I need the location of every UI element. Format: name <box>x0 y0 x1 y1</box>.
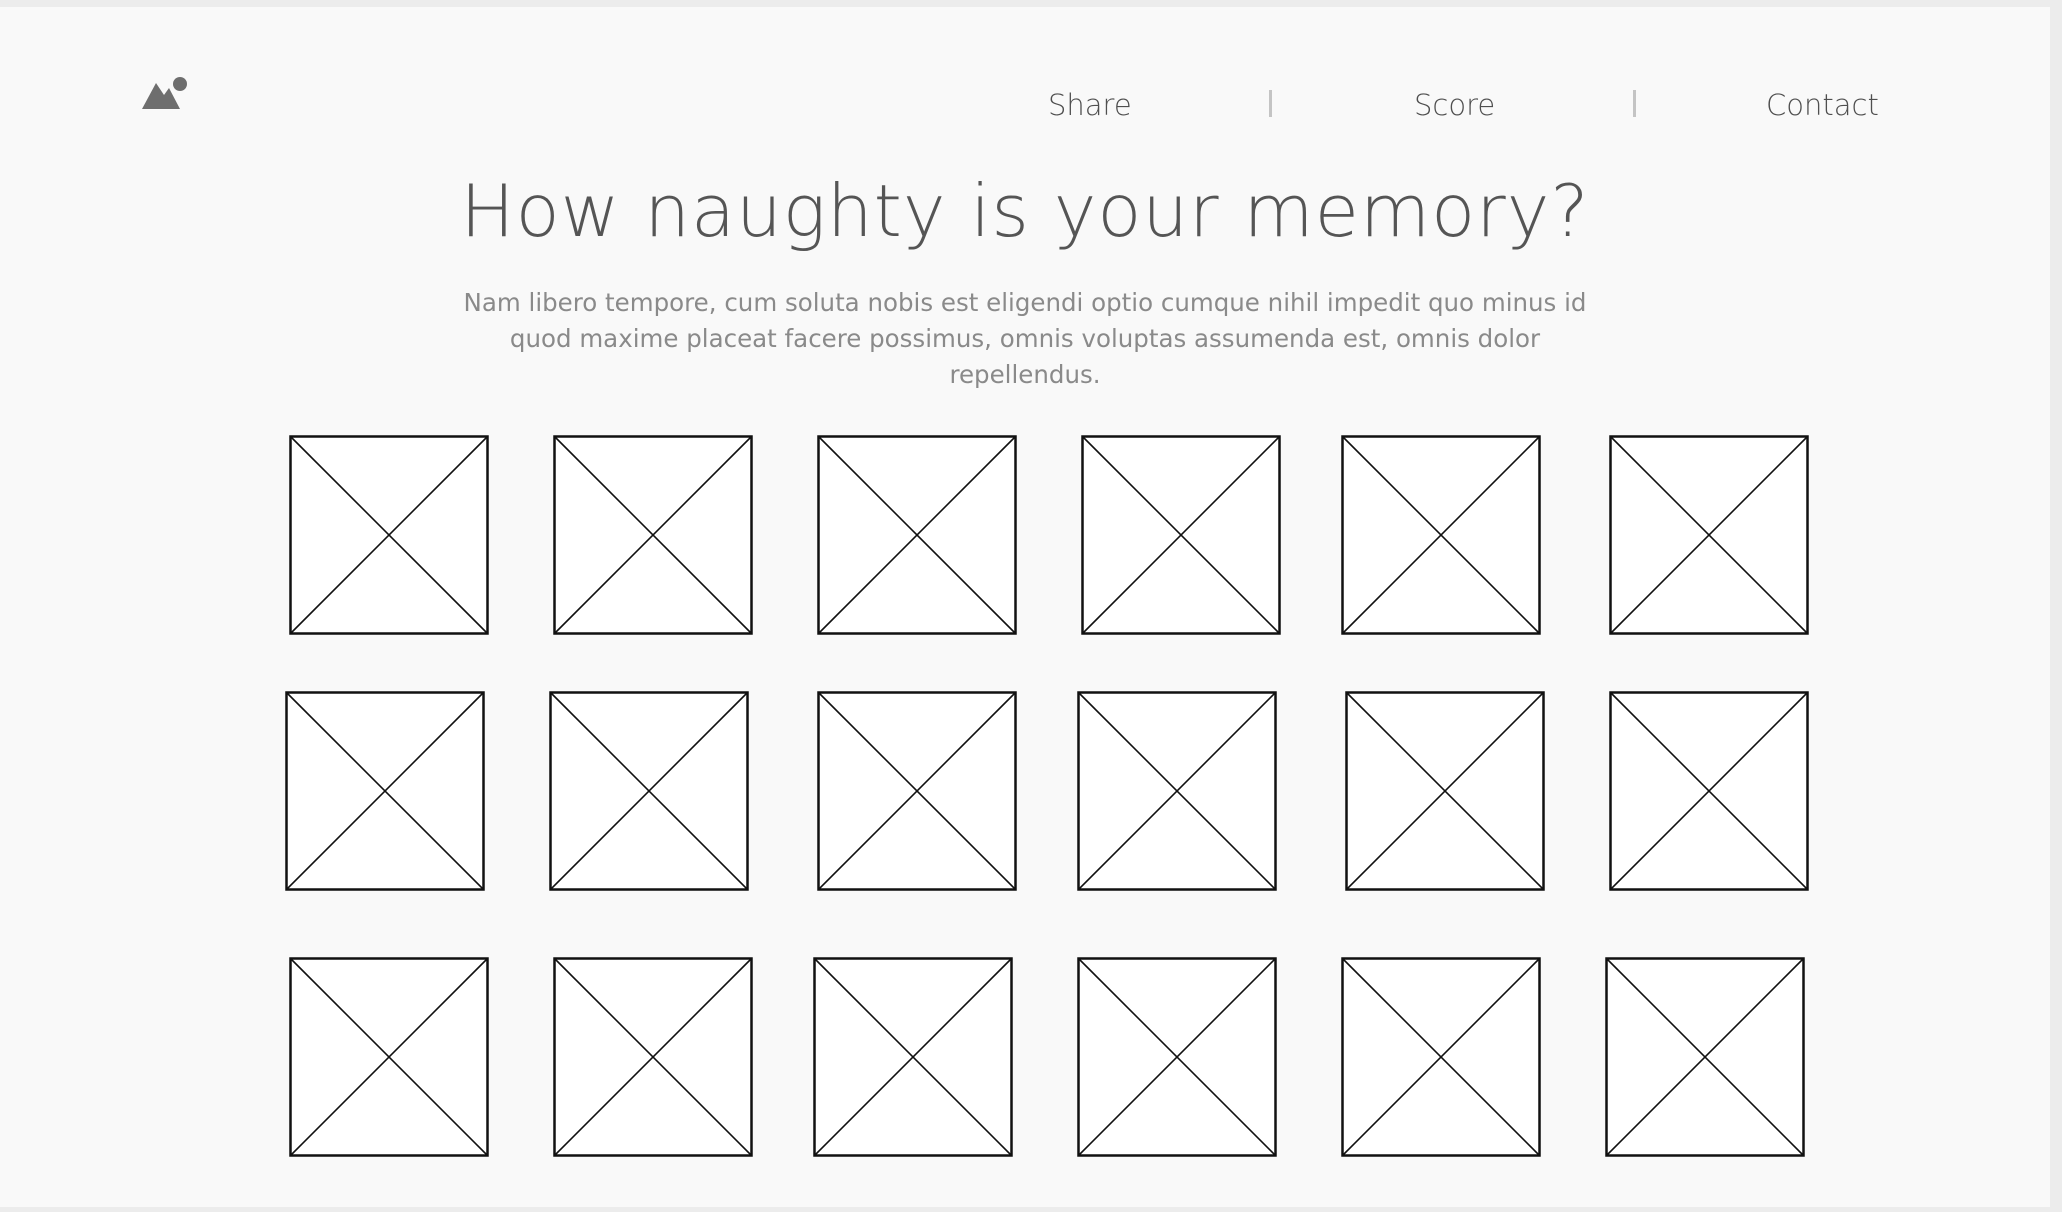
image-placeholder-icon <box>549 691 749 891</box>
nav-divider <box>1633 90 1636 117</box>
image-placeholder-icon <box>817 691 1017 891</box>
memory-card[interactable] <box>1345 691 1545 891</box>
image-placeholder-icon <box>289 957 489 1157</box>
image-placeholder-icon <box>1345 691 1545 891</box>
image-placeholder-icon <box>1609 691 1809 891</box>
nav-item-score[interactable]: Score <box>1414 83 1495 127</box>
image-placeholder-icon <box>553 435 753 635</box>
memory-card[interactable] <box>1341 957 1541 1157</box>
nav-item-contact[interactable]: Contact <box>1766 83 1879 127</box>
image-placeholder-icon <box>813 957 1013 1157</box>
memory-card[interactable] <box>817 435 1017 635</box>
memory-card[interactable] <box>1077 691 1277 891</box>
memory-card[interactable] <box>1609 691 1809 891</box>
page: Share Score Contact How naughty is your … <box>0 7 2050 1207</box>
memory-card[interactable] <box>1081 435 1281 635</box>
image-placeholder-icon <box>553 957 753 1157</box>
logo-icon[interactable] <box>142 75 192 111</box>
page-description: Nam libero tempore, cum soluta nobis est… <box>463 288 1587 389</box>
image-placeholder-icon <box>1609 435 1809 635</box>
image-placeholder-icon <box>1341 435 1541 635</box>
image-placeholder-icon <box>817 435 1017 635</box>
memory-card[interactable] <box>817 691 1017 891</box>
memory-card[interactable] <box>1341 435 1541 635</box>
nav-item-share[interactable]: Share <box>1048 83 1132 127</box>
memory-card[interactable] <box>813 957 1013 1157</box>
memory-card[interactable] <box>553 435 753 635</box>
page-title: How naughty is your memory? <box>460 169 1590 253</box>
image-placeholder-icon <box>1077 957 1277 1157</box>
memory-card[interactable] <box>285 691 485 891</box>
image-placeholder-icon <box>1081 435 1281 635</box>
memory-card[interactable] <box>289 435 489 635</box>
image-placeholder-icon <box>285 691 485 891</box>
image-placeholder-icon <box>1341 957 1541 1157</box>
image-placeholder-icon <box>1077 691 1277 891</box>
memory-card[interactable] <box>553 957 753 1157</box>
image-placeholder-icon <box>289 435 489 635</box>
nav-divider <box>1269 90 1272 117</box>
image-placeholder-icon <box>1605 957 1805 1157</box>
memory-card[interactable] <box>1605 957 1805 1157</box>
memory-card[interactable] <box>549 691 749 891</box>
memory-card[interactable] <box>1609 435 1809 635</box>
memory-card[interactable] <box>1077 957 1277 1157</box>
memory-card[interactable] <box>289 957 489 1157</box>
